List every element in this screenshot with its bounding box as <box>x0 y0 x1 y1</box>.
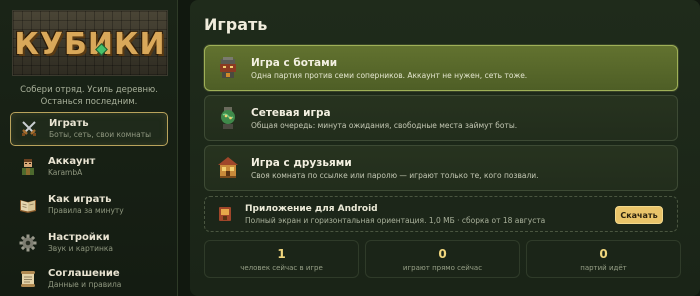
mode-title: Игра с ботами <box>251 56 338 69</box>
sidebar: КУБИКИ Собери отряд. Усиль деревню. Оста… <box>0 0 178 296</box>
tagline: Собери отряд. Усиль деревню. Останься по… <box>20 85 158 107</box>
sidebar-item-label: Играть <box>49 118 89 129</box>
sidebar-item-sub: Звук и картинка <box>48 244 113 253</box>
sidebar-item-label: Соглашение <box>48 268 120 279</box>
android-title: Приложение для Android <box>245 203 378 214</box>
sidebar-item-sub: Боты, сеть, свои комнаты <box>49 130 152 139</box>
logo-text: КУБИКИ <box>14 27 166 62</box>
stat-value: 0 <box>599 247 608 261</box>
logo: КУБИКИ <box>12 10 168 76</box>
android-description: Полный экран и горизонтальная ориентация… <box>245 215 546 225</box>
page-title: Играть <box>204 15 268 34</box>
gear-icon <box>16 231 40 255</box>
mode-description: Общая очередь: минута ожидания, свободны… <box>251 120 518 130</box>
house-icon <box>215 155 241 181</box>
sidebar-item-how-to-play[interactable]: Как играть Правила за минуту <box>10 188 168 222</box>
sidebar-item-play[interactable]: Играть Боты, сеть, свои комнаты <box>10 112 168 146</box>
main-panel: Играть Игра с ботами Одна партия против … <box>190 0 700 296</box>
sidebar-item-account[interactable]: Аккаунт KarambA <box>10 150 168 184</box>
mode-description: Одна партия против семи соперников. Акка… <box>251 70 528 80</box>
stat-value: 0 <box>438 247 447 261</box>
mode-title: Игра с друзьями <box>251 156 352 169</box>
globe-icon <box>215 105 241 131</box>
mode-title: Сетевая игра <box>251 106 331 119</box>
sidebar-item-sub: KarambA <box>48 168 83 177</box>
stat-players-online: 1 человек сейчас в игре <box>204 240 359 278</box>
sidebar-item-label: Настройки <box>48 232 110 243</box>
download-button[interactable]: Скачать <box>615 206 663 224</box>
sidebar-item-label: Аккаунт <box>48 156 96 167</box>
scroll-icon <box>16 267 40 291</box>
android-app-card: Приложение для Android Полный экран и го… <box>204 196 678 232</box>
online-game-card[interactable]: Сетевая игра Общая очередь: минута ожида… <box>204 95 678 141</box>
mode-description: Своя комната по ссылке или паролю — игра… <box>251 170 539 180</box>
play-with-bots-card[interactable]: Игра с ботами Одна партия против семи со… <box>204 45 678 91</box>
robot-icon <box>215 55 241 81</box>
stat-label: человек сейчас в игре <box>240 264 323 272</box>
stat-value: 1 <box>277 247 286 261</box>
account-icon <box>16 155 40 179</box>
stat-label: партий идёт <box>580 264 627 272</box>
swords-icon <box>17 117 41 141</box>
stat-playing-now: 0 играют прямо сейчас <box>365 240 520 278</box>
stat-games-running: 0 партий идёт <box>526 240 681 278</box>
sidebar-item-agreement[interactable]: Соглашение Данные и правила <box>10 262 168 296</box>
sidebar-item-sub: Данные и правила <box>48 280 122 289</box>
android-app-icon <box>215 204 235 224</box>
sidebar-item-label: Как играть <box>48 194 112 205</box>
stat-label: играют прямо сейчас <box>402 264 483 272</box>
book-icon <box>16 193 40 217</box>
sidebar-item-sub: Правила за минуту <box>48 206 124 215</box>
sidebar-item-settings[interactable]: Настройки Звук и картинка <box>10 226 168 260</box>
play-with-friends-card[interactable]: Игра с друзьями Своя комната по ссылке и… <box>204 145 678 191</box>
